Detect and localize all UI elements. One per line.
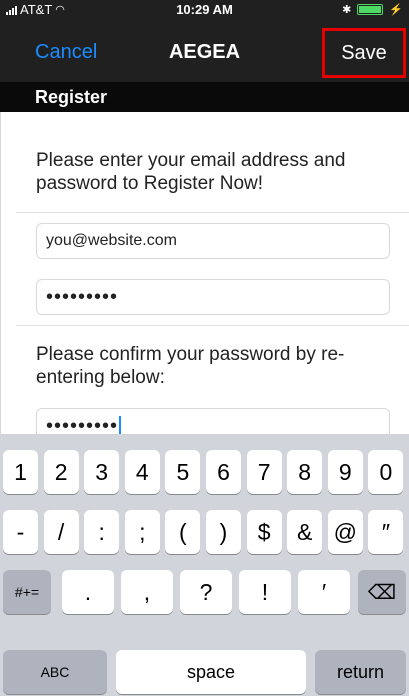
symbol-key[interactable]: ″ [368,510,404,554]
symbol-key[interactable]: ; [124,510,160,554]
section-title: Register [35,87,108,107]
symbol-key[interactable]: @ [327,510,363,554]
divider [16,212,409,213]
number-key[interactable]: 0 [368,450,404,494]
number-key[interactable]: 1 [3,450,38,494]
number-key[interactable]: 5 [165,450,201,494]
divider [16,325,409,326]
punctuation-key[interactable]: ! [239,570,291,614]
confirm-prompt: Please confirm your password by re-enter… [36,344,345,388]
return-key[interactable]: return [315,650,406,694]
keyboard: 1234567890 - /:;() $ & @ ″ #+= .,?! ′ ⌫ ABC sp… [0,434,409,696]
symbol-key[interactable]: ) [206,510,241,554]
symbol-key[interactable]: & [287,510,323,554]
register-form: Please enter your email address and pass… [0,112,409,434]
battery-icon [357,4,384,15]
email-field[interactable]: you@website.com [36,223,390,259]
symbol-key[interactable]: / [43,510,79,554]
number-key[interactable]: 9 [327,450,363,494]
nav-bar: Cancel AEGEA Save [0,18,409,82]
status-bar: AT&T ◠ 10:29 AM ✱ ⚡ [0,0,409,18]
text-cursor [119,416,122,434]
punctuation-key[interactable]: ′ [298,570,350,614]
space-key[interactable]: space [116,650,306,694]
abc-key[interactable]: ABC [3,650,107,694]
delete-key[interactable]: ⌫ [358,570,406,614]
number-key[interactable]: 4 [124,450,160,494]
punctuation-key[interactable]: , [121,570,173,614]
symbol-key[interactable]: : [84,510,120,554]
backspace-icon: ⌫ [367,581,397,604]
status-right: ✱ ⚡ [342,3,403,16]
symbol-key[interactable]: ( [165,510,201,554]
section-header: Register [0,82,409,112]
register-prompt: Please enter your email address and pass… [36,150,346,194]
number-key[interactable]: 2 [43,450,79,494]
punctuation-key[interactable]: ? [180,570,232,614]
password-field[interactable]: ••••••••• [36,279,390,315]
punctuation-key[interactable]: . [62,570,114,614]
number-key[interactable]: 7 [246,450,282,494]
confirm-password-field[interactable]: ••••••••• [36,408,390,434]
confirm-password-value: ••••••••• [46,414,119,435]
bluetooth-icon: ✱ [342,4,352,16]
charging-icon: ⚡ [389,4,403,16]
save-button[interactable]: Save [322,28,406,78]
number-key[interactable]: 8 [287,450,323,494]
symbols-toggle-key[interactable]: #+= [3,570,51,614]
symbol-key[interactable]: $ [246,510,282,554]
symbol-key[interactable]: - [3,510,38,554]
number-key[interactable]: 3 [84,450,120,494]
number-key[interactable]: 6 [206,450,241,494]
